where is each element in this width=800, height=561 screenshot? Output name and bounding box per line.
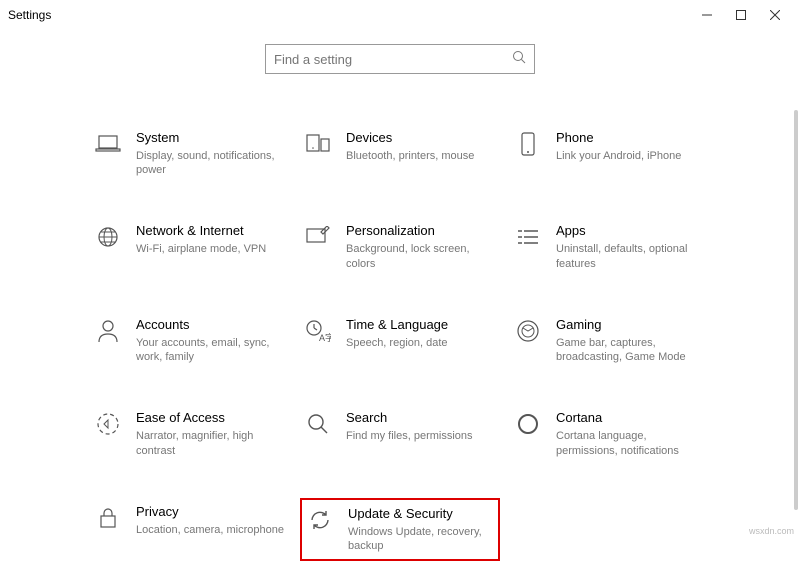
tile-accounts[interactable]: Accounts Your accounts, email, sync, wor… <box>90 311 290 370</box>
tile-text: Devices Bluetooth, printers, mouse <box>346 130 474 163</box>
tile-desc: Cortana language, permissions, notificat… <box>556 429 706 458</box>
person-icon <box>94 317 122 345</box>
tile-title: Personalization <box>346 223 496 240</box>
search-box[interactable] <box>265 44 535 74</box>
tile-search[interactable]: Search Find my files, permissions <box>300 404 500 463</box>
globe-icon <box>94 223 122 251</box>
gaming-icon <box>514 317 542 345</box>
tile-time-language[interactable]: A字 Time & Language Speech, region, date <box>300 311 500 370</box>
search-input[interactable] <box>274 52 512 67</box>
tile-desc: Your accounts, email, sync, work, family <box>136 336 286 365</box>
laptop-icon <box>94 130 122 158</box>
tile-text: Phone Link your Android, iPhone <box>556 130 681 163</box>
tile-desc: Link your Android, iPhone <box>556 149 681 163</box>
close-icon <box>770 10 780 20</box>
tile-text: Time & Language Speech, region, date <box>346 317 448 350</box>
phone-icon <box>514 130 542 158</box>
cortana-icon <box>514 410 542 438</box>
tile-title: Phone <box>556 130 681 147</box>
tile-text: Update & Security Windows Update, recove… <box>348 506 494 553</box>
svg-text:A字: A字 <box>319 332 331 343</box>
tile-desc: Background, lock screen, colors <box>346 242 496 271</box>
tile-text: Cortana Cortana language, permissions, n… <box>556 410 706 457</box>
tile-text: Network & Internet Wi-Fi, airplane mode,… <box>136 223 266 256</box>
tile-update-security[interactable]: Update & Security Windows Update, recove… <box>300 498 500 561</box>
tile-desc: Uninstall, defaults, optional features <box>556 242 706 271</box>
lock-icon <box>94 504 122 532</box>
scrollbar[interactable] <box>794 110 798 510</box>
tile-text: Search Find my files, permissions <box>346 410 473 443</box>
tile-text: Personalization Background, lock screen,… <box>346 223 496 270</box>
tile-title: System <box>136 130 286 147</box>
settings-grid: System Display, sound, notifications, po… <box>0 74 800 561</box>
tile-title: Search <box>346 410 473 427</box>
tile-desc: Wi-Fi, airplane mode, VPN <box>136 242 266 256</box>
window-title: Settings <box>8 8 51 22</box>
update-icon <box>306 506 334 534</box>
magnifier-icon <box>304 410 332 438</box>
tile-desc: Display, sound, notifications, power <box>136 149 286 178</box>
maximize-button[interactable] <box>724 1 758 29</box>
tile-desc: Location, camera, microphone <box>136 523 284 537</box>
search-container <box>0 44 800 74</box>
tile-desc: Narrator, magnifier, high contrast <box>136 429 286 458</box>
tile-desc: Find my files, permissions <box>346 429 473 443</box>
time-language-icon: A字 <box>304 317 332 345</box>
tile-text: Gaming Game bar, captures, broadcasting,… <box>556 317 706 364</box>
tile-title: Accounts <box>136 317 286 334</box>
minimize-icon <box>702 10 712 20</box>
titlebar: Settings <box>0 0 800 30</box>
tile-personalization[interactable]: Personalization Background, lock screen,… <box>300 217 500 276</box>
watermark: wsxdn.com <box>749 526 794 536</box>
tile-cortana[interactable]: Cortana Cortana language, permissions, n… <box>510 404 710 463</box>
tile-text: Privacy Location, camera, microphone <box>136 504 284 537</box>
tile-title: Apps <box>556 223 706 240</box>
tile-text: Ease of Access Narrator, magnifier, high… <box>136 410 286 457</box>
tile-title: Privacy <box>136 504 284 521</box>
tile-desc: Windows Update, recovery, backup <box>348 525 494 554</box>
ease-of-access-icon <box>94 410 122 438</box>
tile-network[interactable]: Network & Internet Wi-Fi, airplane mode,… <box>90 217 290 276</box>
close-button[interactable] <box>758 1 792 29</box>
tile-devices[interactable]: Devices Bluetooth, printers, mouse <box>300 124 500 183</box>
tile-title: Ease of Access <box>136 410 286 427</box>
tile-title: Devices <box>346 130 474 147</box>
tile-text: System Display, sound, notifications, po… <box>136 130 286 177</box>
tile-title: Update & Security <box>348 506 494 523</box>
tile-text: Accounts Your accounts, email, sync, wor… <box>136 317 286 364</box>
tile-privacy[interactable]: Privacy Location, camera, microphone <box>90 498 290 561</box>
tile-system[interactable]: System Display, sound, notifications, po… <box>90 124 290 183</box>
personalization-icon <box>304 223 332 251</box>
tile-ease-of-access[interactable]: Ease of Access Narrator, magnifier, high… <box>90 404 290 463</box>
tile-title: Network & Internet <box>136 223 266 240</box>
tile-desc: Speech, region, date <box>346 336 448 350</box>
tile-phone[interactable]: Phone Link your Android, iPhone <box>510 124 710 183</box>
apps-icon <box>514 223 542 251</box>
maximize-icon <box>736 10 746 20</box>
devices-icon <box>304 130 332 158</box>
tile-apps[interactable]: Apps Uninstall, defaults, optional featu… <box>510 217 710 276</box>
minimize-button[interactable] <box>690 1 724 29</box>
tile-title: Time & Language <box>346 317 448 334</box>
tile-title: Gaming <box>556 317 706 334</box>
tile-text: Apps Uninstall, defaults, optional featu… <box>556 223 706 270</box>
tile-gaming[interactable]: Gaming Game bar, captures, broadcasting,… <box>510 311 710 370</box>
tile-desc: Bluetooth, printers, mouse <box>346 149 474 163</box>
tile-title: Cortana <box>556 410 706 427</box>
search-icon <box>512 50 526 69</box>
tile-desc: Game bar, captures, broadcasting, Game M… <box>556 336 706 365</box>
